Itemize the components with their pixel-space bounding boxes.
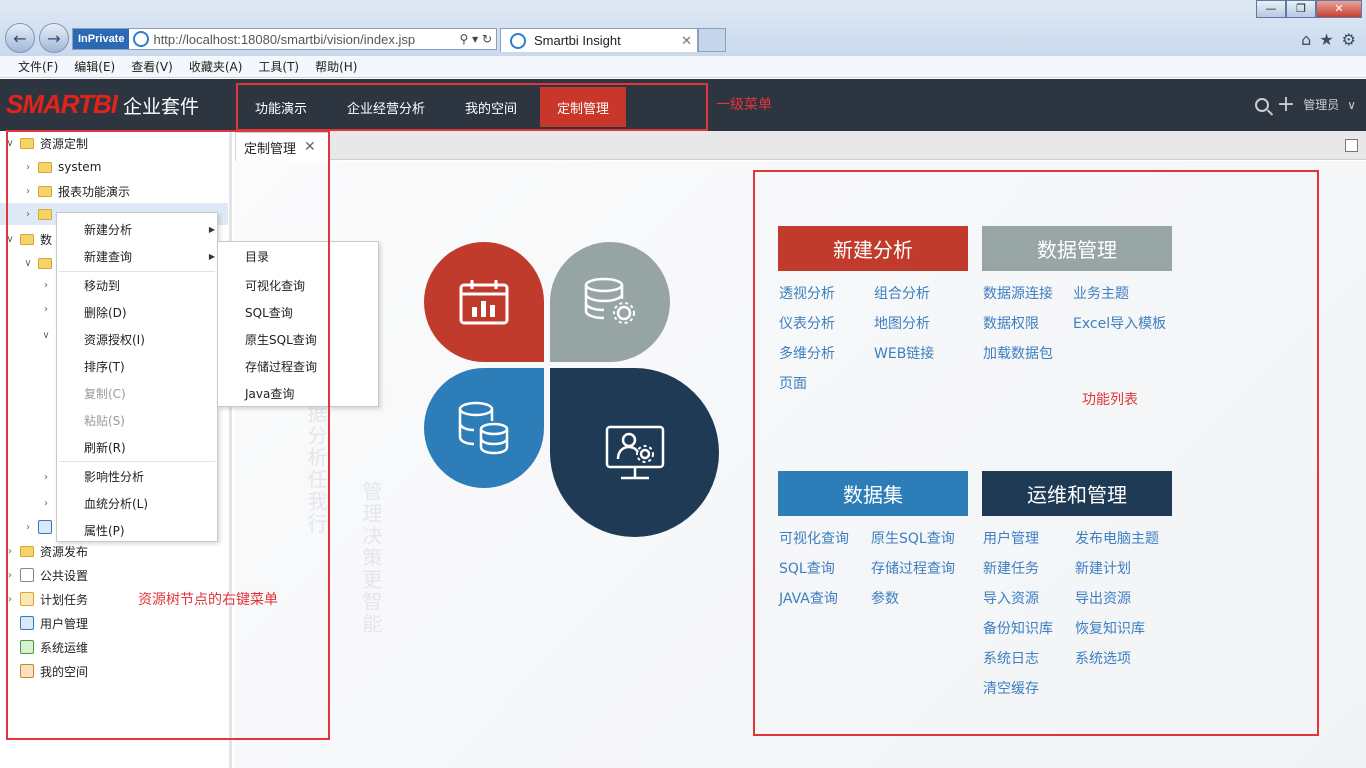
app-logo: SMARTBI 企业套件 (6, 89, 199, 120)
dataset-petal[interactable] (424, 368, 544, 488)
chevron-down-icon[interactable]: ∨ (1347, 98, 1356, 112)
forward-icon[interactable]: → (39, 23, 69, 53)
ie-icon (510, 32, 526, 49)
search-icon[interactable] (1254, 97, 1269, 112)
data-management-petal[interactable] (550, 242, 670, 362)
new-analysis-petal[interactable] (424, 242, 544, 362)
plus-icon[interactable]: + (1277, 93, 1295, 115)
window-controls: — ❐ ✕ (1256, 0, 1362, 18)
user-menu[interactable]: 管理员 (1303, 96, 1339, 113)
window-close-icon[interactable]: ✕ (1316, 0, 1362, 18)
watermark-slogan-2: 管理决策更智能 (359, 481, 383, 635)
gear-icon[interactable]: ⚙ (1342, 30, 1356, 49)
logo-mark: SMARTBI (6, 89, 118, 119)
monitor-user-icon (605, 425, 664, 479)
menu-edit[interactable]: 编辑(E) (74, 58, 115, 75)
ie-icon (133, 31, 150, 47)
menu-view[interactable]: 查看(V) (131, 58, 173, 75)
address-url[interactable]: http://localhost:18080/smartbi/vision/in… (153, 32, 455, 47)
browser-toolbar-icons: ⌂ ★ ⚙ (1301, 30, 1356, 49)
browser-menubar: 文件(F) 编辑(E) 查看(V) 收藏夹(A) 工具(T) 帮助(H) (0, 56, 1366, 78)
database-icon (458, 401, 509, 455)
menu-favorites[interactable]: 收藏夹(A) (189, 58, 243, 75)
menu-file[interactable]: 文件(F) (18, 58, 58, 75)
header-tools: + 管理员 ∨ (1254, 93, 1356, 115)
inprivate-badge: InPrivate (73, 29, 130, 49)
logo-suffix: 企业套件 (122, 96, 199, 118)
star-icon[interactable]: ★ (1319, 30, 1333, 49)
browser-tab[interactable]: Smartbi Insight ✕ (500, 28, 698, 52)
document-tab-strip: 定制管理 ✕ (235, 131, 1366, 161)
annotation-label-context: 资源树节点的右键菜单 (138, 592, 278, 608)
database-gear-icon (584, 277, 635, 324)
menu-help[interactable]: 帮助(H) (315, 58, 357, 75)
new-tab-button[interactable] (698, 28, 726, 52)
annotation-box-menu (236, 83, 708, 131)
menu-tools[interactable]: 工具(T) (258, 58, 299, 75)
ops-management-petal[interactable] (550, 368, 719, 537)
minimize-icon[interactable]: — (1256, 0, 1286, 18)
address-bar[interactable]: InPrivate http://localhost:18080/smartbi… (72, 28, 497, 50)
browser-chrome: ← → InPrivate http://localhost:18080/sma… (0, 0, 1366, 56)
home-icon[interactable]: ⌂ (1301, 30, 1311, 49)
annotation-box-list (753, 170, 1319, 736)
maximize-icon[interactable] (1345, 139, 1358, 152)
calendar-chart-icon (459, 280, 509, 325)
annotation-label-list: 功能列表 (1082, 392, 1138, 408)
address-tools-icon[interactable]: ⚲ ▾ ↻ (456, 32, 497, 46)
back-icon[interactable]: ← (5, 23, 35, 53)
close-icon[interactable]: ✕ (681, 33, 692, 49)
maximize-icon[interactable]: ❐ (1286, 0, 1316, 18)
annotation-label-menu: 一级菜单 (716, 97, 772, 113)
annotation-box-context (6, 130, 330, 740)
browser-tab-title: Smartbi Insight (534, 33, 621, 48)
